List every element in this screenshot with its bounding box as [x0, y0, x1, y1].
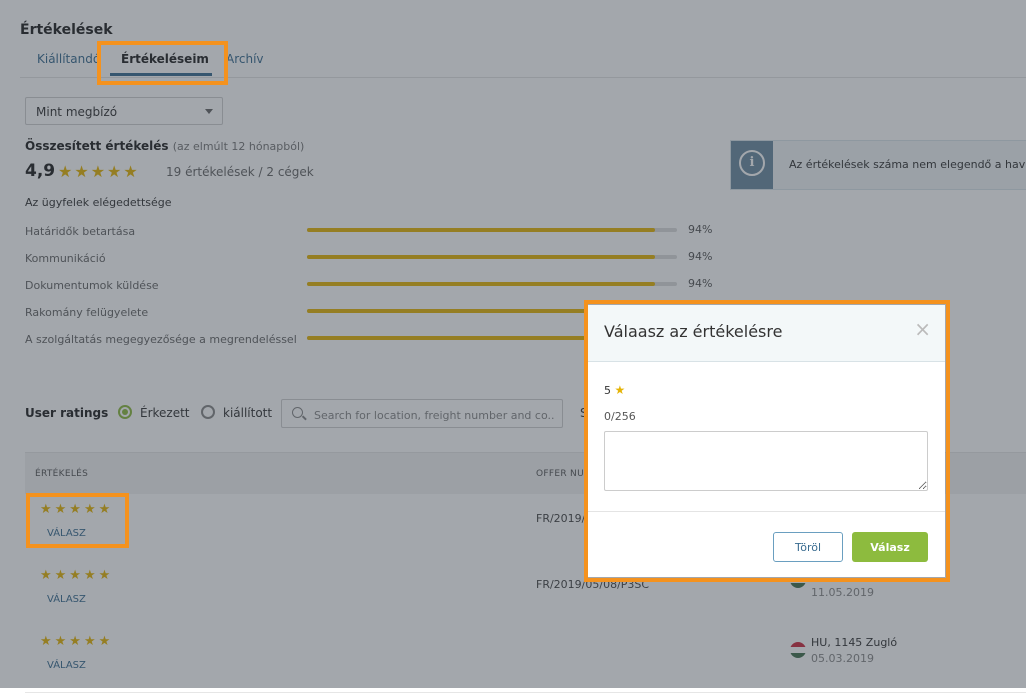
delete-button[interactable]: Töröl — [773, 532, 843, 562]
modal-rating-value: 5 — [604, 384, 611, 397]
modal-divider — [588, 511, 945, 512]
modal-title: Válaasz az értékelésre — [604, 322, 783, 341]
close-icon[interactable]: × — [914, 319, 931, 339]
char-counter: 0/256 — [604, 410, 636, 423]
reply-modal: Válaasz az értékelésre × 5 ★ 0/256 Töröl… — [588, 305, 945, 577]
reply-button[interactable]: Válasz — [852, 532, 928, 562]
star-icon: ★ — [614, 383, 626, 397]
modal-rating: 5 ★ — [604, 383, 625, 397]
highlight-first-rating — [26, 493, 129, 548]
modal-header: Válaasz az értékelésre × — [588, 305, 945, 362]
highlight-tab-my-ratings — [97, 41, 228, 85]
reply-textarea[interactable] — [604, 431, 928, 491]
